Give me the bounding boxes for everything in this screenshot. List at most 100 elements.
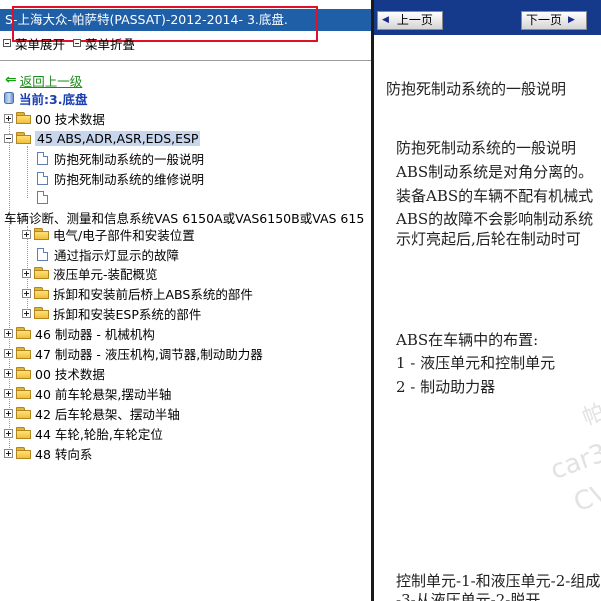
prev-page-label: 上一页: [396, 13, 433, 27]
next-page-button[interactable]: 下一页 ▶: [521, 11, 587, 30]
tree-node-45-abs[interactable]: 45 ABS,ADR,ASR,EDS,ESP: [4, 129, 201, 147]
tree-node-label: 44 车轮,轮胎,车轮定位: [35, 426, 163, 442]
expand-icon[interactable]: [4, 448, 13, 458]
document-icon: [37, 247, 48, 261]
expand-icon[interactable]: [22, 288, 31, 298]
tree-node-label: 电气/电子部件和安装位置: [53, 227, 195, 243]
tree-doc-abs-general[interactable]: 防抱死制动系统的一般说明: [37, 149, 204, 167]
tree-guide-line: [27, 146, 28, 198]
watermark-text: CV: [569, 477, 601, 519]
doc-paragraph: 示灯亮起后,后轮在制动时可: [396, 230, 581, 248]
next-page-label: 下一页: [526, 13, 563, 27]
tree-node-esp-parts[interactable]: 拆卸和安装ESP系统的部件: [22, 304, 201, 322]
current-location-label: 当前:3.底盘: [19, 91, 88, 107]
tree-node-label: 液压单元-装配概览: [53, 266, 158, 282]
tree-node-label: 00 技术数据: [35, 111, 105, 127]
tree-node-hydraulic-unit[interactable]: 液压单元-装配概览: [22, 264, 158, 282]
back-link-row[interactable]: ⇐ 返回上一级: [5, 71, 83, 90]
expand-icon[interactable]: [4, 368, 13, 378]
doc-paragraph: ABS的故障不会影响制动系统: [396, 210, 594, 228]
doc-list-item: 2 - 制动助力器: [396, 378, 496, 396]
tree-node-label: 48 转向系: [35, 446, 93, 462]
tree-node-abs-axle-parts[interactable]: 拆卸和安装前后桥上ABS系统的部件: [22, 284, 253, 302]
expand-icon[interactable]: [22, 229, 31, 239]
tree-node-40-front-susp[interactable]: 40 前车轮悬架,摆动半轴: [4, 384, 171, 402]
database-icon: [4, 92, 14, 104]
page-nav-bar: ◀ 上一页 下一页 ▶: [374, 0, 601, 35]
menu-toggle-row: 菜单展开 菜单折叠: [3, 34, 143, 52]
tree-node-label: 47 制动器 - 液压机构,调节器,制动助力器: [35, 346, 263, 362]
folder-icon: [16, 112, 31, 124]
tree-node-label: 40 前车轮悬架,摆动半轴: [35, 386, 172, 402]
folder-icon: [16, 327, 31, 339]
document-pane: ◀ 上一页 下一页 ▶ 帕 car3 CV 防抱死制动系统的一般说明 防抱死制动…: [374, 0, 601, 601]
tree-node-00-tech-2[interactable]: 00 技术数据: [4, 364, 105, 382]
expand-icon[interactable]: [4, 428, 13, 438]
tree-doc-abs-repair[interactable]: 防抱死制动系统的维修说明: [37, 169, 204, 187]
left-divider: [0, 60, 371, 61]
tree-node-label: 42 后车轮悬架、摆动半轴: [35, 406, 180, 422]
tree-node-46-brake-mech[interactable]: 46 制动器 - 机械机构: [4, 324, 155, 342]
folder-icon: [16, 407, 31, 419]
folder-icon: [34, 228, 49, 240]
expand-icon[interactable]: [22, 268, 31, 278]
folder-icon: [16, 447, 31, 459]
expand-all-icon: [3, 39, 11, 47]
doc-heading: 防抱死制动系统的一般说明: [386, 80, 567, 98]
tree-node-label: 拆卸和安装前后桥上ABS系统的部件: [53, 286, 253, 302]
tree-node-47-brake-hydraulic[interactable]: 47 制动器 - 液压机构,调节器,制动助力器: [4, 344, 263, 362]
document-content: 帕 car3 CV 防抱死制动系统的一般说明 防抱死制动系统的一般说明 ABS制…: [374, 35, 601, 601]
tree-node-label: 46 制动器 - 机械机构: [35, 326, 155, 342]
doc-paragraph: ABS在车辆中的布置:: [396, 331, 539, 349]
doc-paragraph: 装备ABS的车辆不配有机械式: [396, 187, 594, 205]
tree-node-label: 拆卸和安装ESP系统的部件: [53, 306, 202, 322]
folder-icon: [16, 367, 31, 379]
tree-doc-indicator-fault[interactable]: 通过指示灯显示的故障: [37, 245, 179, 263]
folder-icon: [16, 347, 31, 359]
tree-node-label: 通过指示灯显示的故障: [54, 247, 180, 263]
tree-node-44-wheels[interactable]: 44 车轮,轮胎,车轮定位: [4, 424, 163, 442]
doc-paragraph: -3-从液压单元-2-脱开。: [396, 591, 556, 601]
document-icon: [37, 190, 48, 204]
expand-icon[interactable]: [22, 308, 31, 318]
tree-node-48-steering[interactable]: 48 转向系: [4, 444, 92, 462]
document-icon: [37, 171, 48, 185]
doc-paragraph: ABS制动系统是对角分离的。: [396, 163, 594, 181]
back-arrow-icon: ⇐: [5, 72, 17, 88]
tree-node-00-tech[interactable]: 00 技术数据: [4, 109, 105, 127]
tree-node-42-rear-susp[interactable]: 42 后车轮悬架、摆动半轴: [4, 404, 180, 422]
doc-paragraph: 控制单元-1-和液压单元-2-组成: [396, 572, 601, 590]
arrow-left-icon: ◀: [382, 15, 389, 25]
doc-paragraph: 防抱死制动系统的一般说明: [396, 139, 577, 157]
tree-node-label: 防抱死制动系统的维修说明: [54, 171, 205, 187]
expand-icon[interactable]: [4, 348, 13, 358]
folder-icon: [34, 307, 49, 319]
expand-icon[interactable]: [4, 113, 13, 123]
current-location: 当前:3.底盘: [4, 90, 88, 107]
menu-expand-button[interactable]: 菜单展开: [3, 34, 65, 53]
watermark-text: 帕: [579, 399, 601, 431]
folder-icon: [34, 267, 49, 279]
arrow-right-icon: ▶: [568, 15, 575, 25]
prev-page-button[interactable]: ◀ 上一页: [377, 11, 443, 30]
collapse-all-icon: [73, 39, 82, 47]
menu-collapse-button[interactable]: 菜单折叠: [73, 34, 135, 53]
expand-icon[interactable]: [4, 408, 13, 418]
tree-doc-blank[interactable]: [37, 188, 54, 206]
expand-icon[interactable]: [4, 388, 13, 398]
expand-icon[interactable]: [4, 328, 13, 338]
document-icon: [37, 151, 48, 165]
tree-node-electrical[interactable]: 电气/电子部件和安装位置: [22, 225, 195, 243]
menu-collapse-label: 菜单折叠: [85, 36, 136, 52]
folder-icon: [34, 287, 49, 299]
tree-node-label: 防抱死制动系统的一般说明: [54, 151, 205, 167]
manual-title-bar: S-上海大众-帕萨特(PASSAT)-2012-2014- 3.底盘.: [0, 9, 371, 31]
watermark-text: car3: [546, 438, 601, 486]
doc-list-item: 1 - 液压单元和控制单元: [396, 354, 556, 372]
tree-node-vas[interactable]: 车辆诊断、测量和信息系统VAS 6150A或VAS6150B或VAS 615: [4, 208, 364, 226]
tree-node-label: 45 ABS,ADR,ASR,EDS,ESP: [35, 130, 201, 146]
menu-expand-label: 菜单展开: [15, 36, 66, 52]
collapse-icon[interactable]: [4, 133, 13, 143]
folder-icon: [16, 427, 31, 439]
back-link[interactable]: 返回上一级: [20, 71, 83, 90]
